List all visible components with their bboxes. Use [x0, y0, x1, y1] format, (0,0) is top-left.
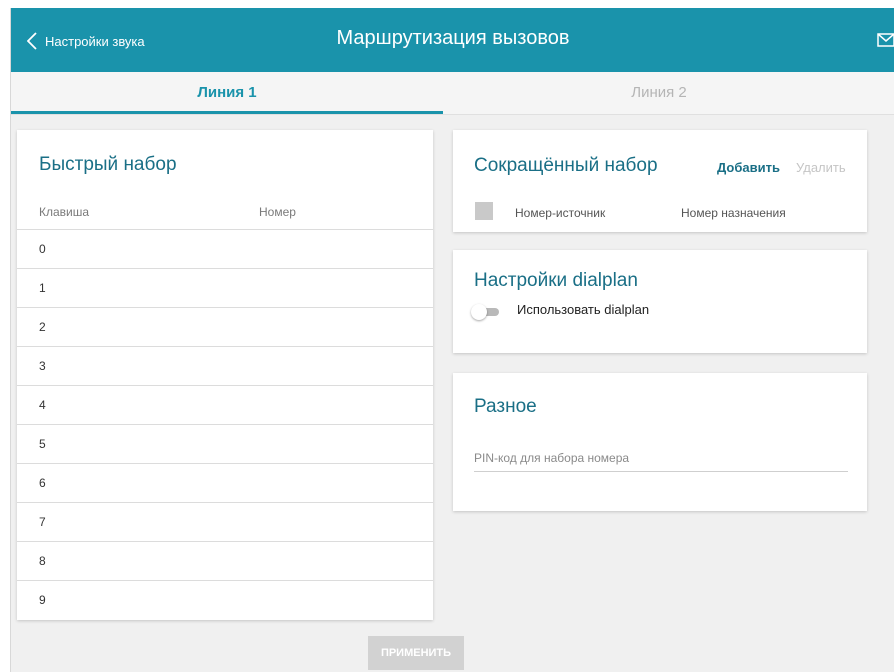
speed-dial-row[interactable]: 2	[17, 307, 433, 346]
dialplan-toggle-label: Использовать dialplan	[517, 302, 650, 317]
dialplan-title: Настройки dialplan	[474, 270, 638, 291]
column-header-key: Клавиша	[39, 205, 90, 219]
speed-dial-row[interactable]: 9	[17, 580, 433, 619]
pin-code-placeholder: PIN-код для набора номера	[474, 451, 630, 465]
column-header-source: Номер-источник	[515, 206, 606, 220]
speed-dial-row[interactable]: 0	[17, 229, 433, 268]
row-key: 8	[39, 554, 46, 568]
pin-code-field[interactable]: PIN-код для набора номера	[474, 445, 848, 472]
speed-dial-row[interactable]: 4	[17, 385, 433, 424]
row-key: 6	[39, 476, 46, 490]
abbreviated-dial-title: Сокращённый набор	[474, 155, 658, 176]
delete-button[interactable]: Удалить	[796, 160, 846, 175]
row-key: 1	[39, 281, 46, 295]
tab-line-1[interactable]: Линия 1	[11, 72, 443, 114]
chevron-left-icon	[27, 32, 37, 50]
speed-dial-title: Быстрый набор	[39, 154, 177, 175]
row-key: 3	[39, 359, 46, 373]
misc-title: Разное	[474, 396, 537, 417]
column-header-number: Номер	[259, 205, 296, 219]
apply-button[interactable]: ПРИМЕНИТЬ	[368, 636, 464, 670]
back-button[interactable]: Настройки звука	[27, 30, 145, 52]
speed-dial-row[interactable]: 3	[17, 346, 433, 385]
row-key: 0	[39, 242, 46, 256]
speed-dial-row[interactable]: 8	[17, 541, 433, 580]
select-all-checkbox[interactable]	[475, 202, 493, 220]
toggle-knob	[471, 304, 487, 320]
speed-dial-row[interactable]: 6	[17, 463, 433, 502]
header-bar: Настройки звука Маршрутизация вызовов	[11, 8, 894, 72]
app-frame: Настройки звука Маршрутизация вызовов Ли…	[10, 8, 894, 672]
row-key: 5	[39, 437, 46, 451]
misc-card: Разное PIN-код для набора номера	[453, 373, 867, 511]
speed-dial-row[interactable]: 1	[17, 268, 433, 307]
tab-bar: Линия 1 Линия 2	[11, 72, 894, 115]
add-button[interactable]: Добавить	[717, 160, 780, 175]
dialplan-settings-card: Настройки dialplan Использовать dialplan	[453, 250, 867, 353]
column-header-destination: Номер назначения	[681, 206, 786, 220]
row-key: 4	[39, 398, 46, 412]
abbreviated-dial-card: Сокращённый набор Добавить Удалить Номер…	[453, 130, 867, 232]
speed-dial-card: Быстрый набор Клавиша Номер 0 1 2 3 4 5 …	[17, 130, 433, 620]
dialplan-toggle[interactable]	[471, 304, 501, 320]
speed-dial-row[interactable]: 5	[17, 424, 433, 463]
tab-line-2[interactable]: Линия 2	[443, 72, 875, 114]
row-key: 9	[39, 593, 46, 607]
mail-icon[interactable]	[877, 33, 894, 47]
speed-dial-row[interactable]: 7	[17, 502, 433, 541]
back-label: Настройки звука	[45, 33, 145, 49]
row-key: 7	[39, 515, 46, 529]
row-key: 2	[39, 320, 46, 334]
